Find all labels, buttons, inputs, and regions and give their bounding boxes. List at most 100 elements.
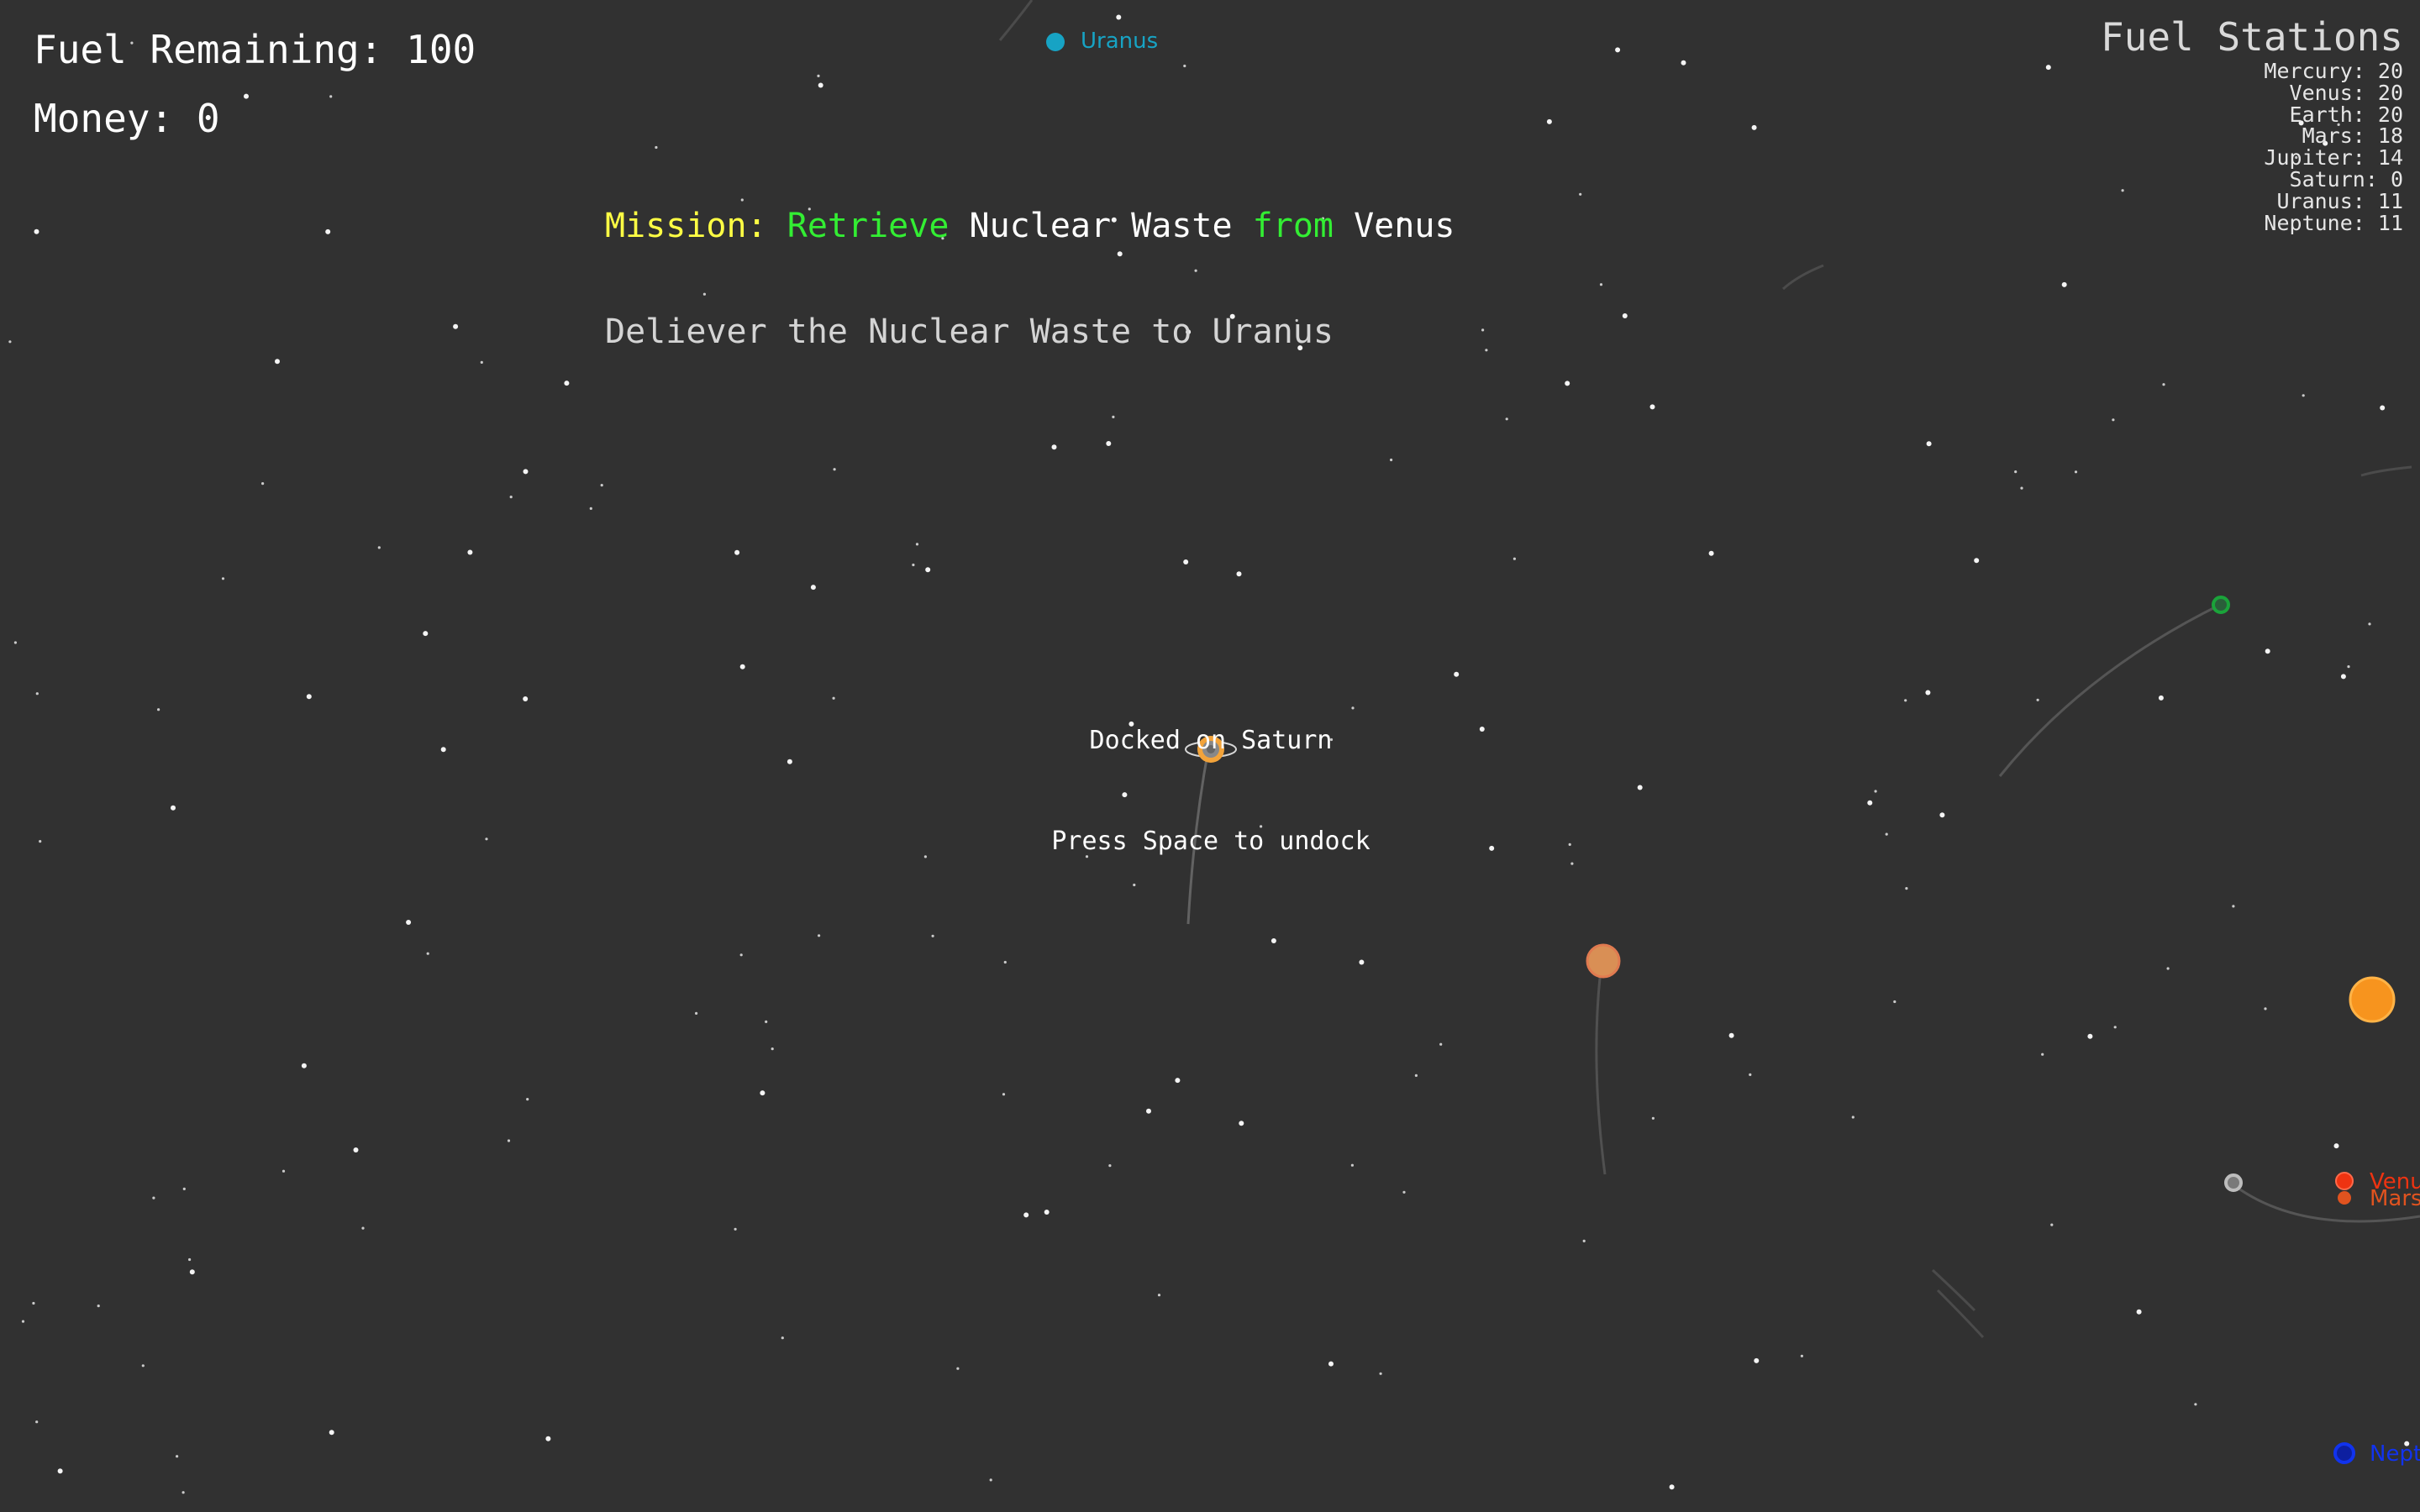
star — [35, 1420, 39, 1424]
star — [1885, 832, 1888, 836]
game-canvas[interactable]: Uranus Venu Mars Nept Fuel Remaining: 10… — [0, 0, 2420, 1512]
star — [1512, 557, 1516, 560]
star — [810, 585, 816, 591]
star — [2087, 1033, 2093, 1039]
star — [1183, 559, 1189, 564]
jupiter-orbit-trail — [1595, 962, 1607, 1175]
star — [34, 228, 39, 234]
star — [1023, 1212, 1029, 1218]
mission-origin: Venus — [1354, 207, 1455, 245]
star — [509, 496, 513, 499]
star — [1390, 458, 1393, 462]
star — [1708, 550, 1714, 556]
earth-planet[interactable] — [2212, 596, 2230, 614]
mars-planet[interactable] — [2338, 1191, 2351, 1205]
fuel-value: 100 — [406, 27, 476, 72]
fuel-station-row: Earth: 20 — [2289, 102, 2403, 127]
star — [2158, 695, 2164, 701]
star — [141, 1364, 145, 1368]
star — [2136, 1309, 2142, 1315]
fuel-station-amount: 0 — [2390, 166, 2403, 192]
star — [2020, 486, 2023, 490]
mercury-planet[interactable] — [2224, 1173, 2243, 1192]
star — [1637, 785, 1643, 790]
star — [244, 93, 249, 99]
star — [2302, 394, 2305, 397]
mission-line-2: Deliever the Nuclear Waste to Uranus — [605, 312, 1334, 351]
star — [1116, 14, 1122, 20]
fuel-station-name: Venus — [2289, 80, 2353, 105]
star — [2050, 1223, 2054, 1226]
star — [171, 805, 176, 811]
star — [912, 563, 915, 567]
star — [1002, 1093, 1006, 1096]
jupiter-planet[interactable] — [1586, 943, 1621, 979]
star — [377, 546, 381, 549]
star — [329, 95, 333, 98]
star — [931, 934, 934, 937]
star — [739, 953, 743, 957]
star — [1183, 64, 1186, 68]
fuel-station-name: Uranus — [2276, 188, 2353, 213]
star — [2166, 967, 2170, 970]
star — [453, 323, 459, 329]
star — [1239, 1121, 1244, 1126]
star — [1044, 1210, 1050, 1215]
star — [32, 1301, 35, 1305]
sun — [2349, 976, 2396, 1023]
star — [523, 696, 529, 701]
fuel-station-amount: 11 — [2377, 188, 2403, 213]
star — [35, 692, 39, 696]
star — [2333, 1143, 2339, 1149]
fuel-station-name: Mercury — [2264, 59, 2353, 83]
star — [760, 1090, 765, 1096]
fuel-stations-panel: Fuel Stations Mercury: 20 Venus: 20 Earth:… — [2101, 13, 2403, 234]
star — [1599, 283, 1603, 286]
star — [989, 1478, 992, 1482]
star — [1905, 887, 1908, 890]
mars-label: Mars — [2370, 1186, 2420, 1211]
star — [325, 228, 331, 234]
money-label: Money: — [34, 96, 174, 141]
star — [2232, 905, 2235, 908]
star — [1651, 1116, 1655, 1120]
fuel-station-amount: 20 — [2377, 59, 2403, 83]
fuel-station-amount: 18 — [2377, 123, 2403, 149]
star — [1479, 727, 1485, 732]
star — [361, 1226, 365, 1230]
star — [1546, 118, 1552, 124]
star — [1236, 571, 1242, 577]
star — [1800, 1354, 1803, 1357]
star — [2014, 470, 2018, 474]
venus-planet[interactable] — [2335, 1172, 2354, 1190]
star — [480, 360, 483, 364]
fuel-station-amount: 11 — [2377, 210, 2403, 235]
star — [423, 631, 429, 637]
star — [485, 837, 488, 841]
star — [1570, 862, 1574, 865]
uranus-planet[interactable] — [1046, 33, 1065, 51]
fuel-station-row: Mercury: 20 — [2264, 59, 2403, 83]
mission-line-1: Mission: Retrieve Nuclear Waste from Ven… — [605, 208, 1455, 244]
star — [695, 1011, 698, 1015]
star — [1615, 47, 1621, 53]
star — [2340, 674, 2346, 680]
star — [57, 1468, 63, 1474]
star — [589, 507, 592, 511]
star — [1751, 124, 1757, 130]
uranus-label: Uranus — [1081, 29, 1159, 54]
star — [39, 840, 42, 843]
money-value: 0 — [196, 96, 220, 141]
star — [188, 1257, 192, 1262]
star — [818, 934, 821, 937]
star — [2162, 383, 2165, 386]
neptune-planet[interactable] — [2333, 1442, 2355, 1464]
fuel-station-name: Saturn — [2289, 166, 2365, 192]
star — [739, 664, 745, 669]
docked-message: Docked on Saturn — [1089, 726, 1333, 755]
fuel-station-amount: 20 — [2377, 102, 2403, 127]
star — [1904, 699, 1907, 702]
star — [2380, 405, 2386, 411]
star — [1669, 1484, 1675, 1490]
star — [1359, 959, 1365, 965]
